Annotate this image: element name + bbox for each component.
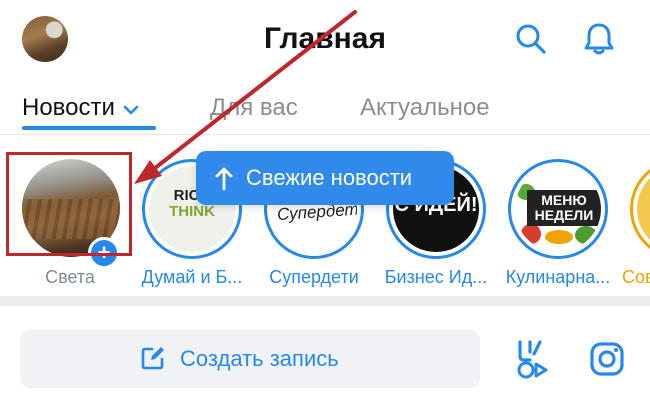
tab-actual[interactable]: Актуальное	[360, 94, 490, 122]
active-tab-indicator	[22, 126, 156, 130]
header: Главная	[0, 0, 650, 80]
story-ring	[630, 159, 650, 259]
story-label: Супердети	[269, 267, 359, 287]
chevron-down-icon	[123, 95, 139, 123]
story-item[interactable]: Сов	[618, 149, 650, 289]
arrow-up-icon	[215, 167, 233, 191]
story-label: Света	[45, 267, 95, 287]
story-label: Кулинарна...	[505, 267, 611, 287]
search-icon	[516, 24, 546, 54]
story-label: Думай и Б...	[141, 267, 243, 287]
story-ring: МЕНЮ НЕДЕЛИ	[508, 159, 608, 259]
instagram-button[interactable]	[588, 340, 626, 378]
story-label: Сов	[622, 267, 650, 287]
create-post-button[interactable]: Создать запись	[20, 330, 480, 388]
tab-news-label: Новости	[22, 94, 115, 121]
story-item[interactable]: МЕНЮ НЕДЕЛИ Кулинарна...	[496, 149, 620, 289]
thumb-text: МЕНЮ НЕДЕЛИ	[527, 190, 601, 226]
section-separator	[0, 296, 650, 306]
search-button[interactable]	[512, 20, 550, 58]
story-label: Бизнес Ид...	[384, 267, 488, 287]
camera-icon	[590, 342, 624, 376]
create-post-label: Создать запись	[180, 346, 339, 371]
fresh-news-button[interactable]: Свежие новости	[196, 151, 454, 205]
fresh-news-label: Свежие новости	[246, 165, 413, 190]
tab-for-you[interactable]: Для вас	[210, 94, 298, 122]
highlight-box	[6, 152, 132, 256]
thumb-text: THINK	[169, 203, 215, 220]
notifications-button[interactable]	[580, 20, 618, 58]
bell-icon	[584, 23, 614, 55]
edit-icon	[141, 347, 164, 370]
clips-icon	[517, 340, 548, 379]
feed-tabs: Новости Для вас Актуальное	[0, 80, 650, 135]
clips-button[interactable]	[512, 338, 552, 380]
story-thumbnail	[637, 166, 650, 252]
story-thumbnail: МЕНЮ НЕДЕЛИ	[515, 166, 601, 252]
page-title: Главная	[263, 22, 386, 55]
tab-news[interactable]: Новости	[22, 94, 139, 123]
